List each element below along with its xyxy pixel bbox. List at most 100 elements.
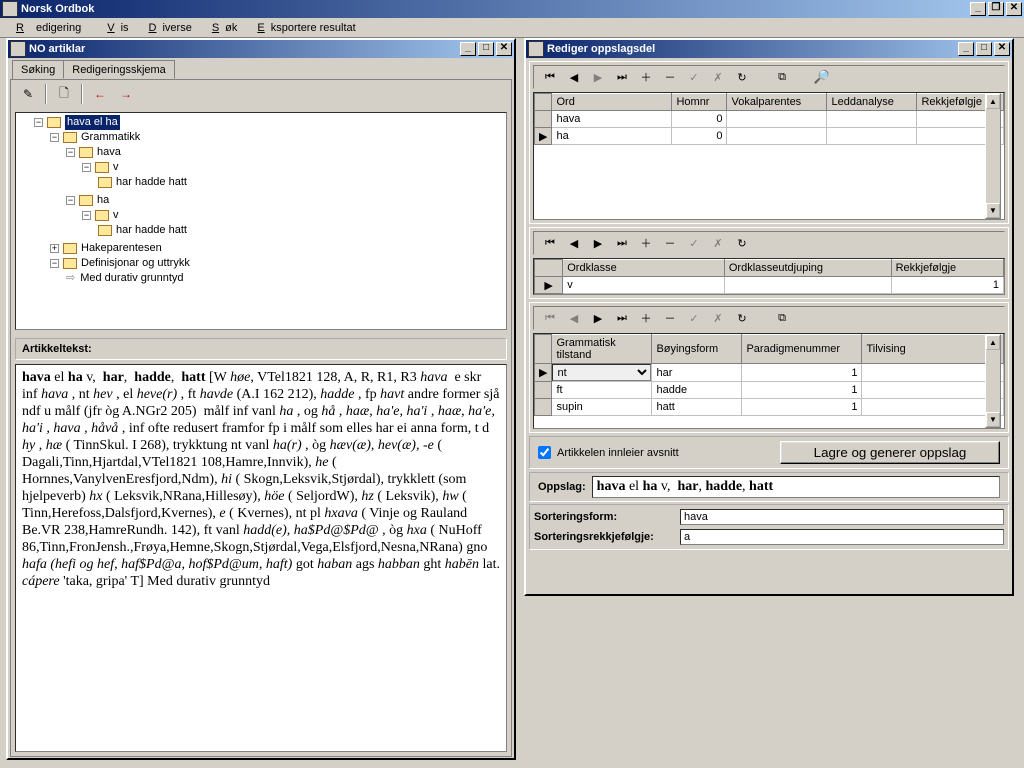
copy-icon[interactable]: ⧉ [772, 69, 792, 85]
prev-icon[interactable]: ◀ [564, 69, 584, 85]
tilstand-select[interactable]: nt [552, 364, 651, 381]
col-tilstand[interactable]: Grammatisk tilstand [552, 335, 652, 364]
grid-ordklasse[interactable]: Ordklasse Ordklasseutdjuping Rekkjefølgj… [533, 258, 1005, 295]
article-tree[interactable]: −hava el ha −Grammatikk −hava −v [15, 112, 507, 330]
tree-v-2[interactable]: v [113, 208, 119, 223]
table-row[interactable]: hava 0 1 [535, 111, 1004, 128]
tab-redigeringsskjema[interactable]: Redigeringsskjema [63, 60, 175, 79]
tree-grammatikk[interactable]: Grammatikk [81, 130, 140, 145]
col-ledd[interactable]: Leddanalyse [827, 94, 917, 111]
minimize-button[interactable]: _ [970, 2, 986, 16]
tree-hakeparentesen[interactable]: Hakeparentesen [81, 241, 162, 256]
generate-button[interactable]: Lagre og generer oppslag [780, 441, 1000, 464]
col-utdjuping[interactable]: Ordklasseutdjuping [724, 260, 891, 277]
refresh-icon[interactable]: ↻ [732, 235, 752, 251]
toolbar-params-icon[interactable]: ✎ [17, 84, 39, 104]
folder-open-icon [95, 162, 109, 173]
commit-icon[interactable]: ✓ [684, 69, 704, 85]
table-row[interactable]: ▶ nt har 1 [535, 364, 1004, 382]
prev-icon[interactable]: ◀ [564, 235, 584, 251]
toolbar-new-icon[interactable]: 🗋 [53, 84, 75, 104]
grid3-navigator: ⏮ ◀ ▶ ⏭ ＋ － ✓ ✗ ↻ ⧉ [533, 306, 1005, 330]
commit-icon[interactable]: ✓ [684, 310, 704, 326]
close-button[interactable]: ✕ [1006, 2, 1022, 16]
child-close-button[interactable]: ✕ [994, 42, 1010, 56]
table-row[interactable]: ▶ ha 0 2 [535, 128, 1004, 145]
search-icon[interactable]: 🔎 [812, 69, 832, 85]
cancel-icon[interactable]: ✗ [708, 235, 728, 251]
prev-icon[interactable]: ◀ [564, 310, 584, 326]
last-icon[interactable]: ⏭ [612, 235, 632, 251]
remove-icon[interactable]: － [660, 69, 680, 85]
nav-next-icon[interactable]: → [115, 84, 137, 104]
scroll-down-icon[interactable]: ▼ [986, 412, 1000, 427]
menu-sok[interactable]: Søk [200, 20, 244, 35]
child-close-button[interactable]: ✕ [496, 42, 512, 56]
add-icon[interactable]: ＋ [636, 69, 656, 85]
child-maximize-button[interactable]: □ [478, 42, 494, 56]
col-homnr[interactable]: Homnr [672, 94, 727, 111]
remove-icon[interactable]: － [660, 235, 680, 251]
tree-inflection-2[interactable]: har hadde hatt [116, 223, 187, 238]
tree-hava[interactable]: hava [97, 145, 121, 160]
tree-definisjonar[interactable]: Definisjonar og uttrykk [81, 256, 190, 271]
col-paradigme[interactable]: Paradigmenummer [742, 335, 862, 364]
add-icon[interactable]: ＋ [636, 235, 656, 251]
last-icon[interactable]: ⏭ [612, 69, 632, 85]
section-start-checkbox[interactable] [538, 446, 551, 459]
menu-eksport[interactable]: Eksportere resultat [245, 20, 361, 35]
remove-icon[interactable]: － [660, 310, 680, 326]
folder-icon [98, 177, 112, 188]
col-tilvising[interactable]: Tilvising [862, 335, 1004, 364]
add-icon[interactable]: ＋ [636, 310, 656, 326]
grid-boying[interactable]: Grammatisk tilstand Bøyingsform Paradigm… [533, 333, 1005, 429]
menu-redigering[interactable]: Redigering [4, 20, 93, 35]
app-title: Norsk Ordbok [21, 3, 970, 15]
copy-icon[interactable]: ⧉ [772, 310, 792, 326]
tab-soking[interactable]: Søking [12, 60, 64, 79]
table-row[interactable]: ft hadde 1 [535, 382, 1004, 399]
col-ordklasse[interactable]: Ordklasse [563, 260, 725, 277]
table-row[interactable]: supin hatt 1 [535, 399, 1004, 416]
grid-ord[interactable]: Ord Homnr Vokalparentes Leddanalyse Rekk… [533, 92, 1005, 220]
next-icon[interactable]: ▶ [588, 69, 608, 85]
commit-icon[interactable]: ✓ [684, 235, 704, 251]
scroll-up-icon[interactable]: ▲ [986, 335, 1000, 350]
article-text: hava el ha v, har, hadde, hatt [W høe, V… [15, 364, 507, 752]
expander-icon[interactable]: − [34, 118, 43, 127]
scroll-up-icon[interactable]: ▲ [986, 94, 1000, 109]
nav-prev-icon[interactable]: ← [89, 84, 111, 104]
refresh-icon[interactable]: ↻ [732, 310, 752, 326]
child-minimize-button[interactable]: _ [958, 42, 974, 56]
col-rekke2[interactable]: Rekkjefølgje [891, 260, 1003, 277]
tree-med-durativ[interactable]: Med durativ grunntyd [80, 271, 183, 286]
tree-ha[interactable]: ha [97, 193, 109, 208]
first-icon[interactable]: ⏮ [540, 235, 560, 251]
menu-diverse[interactable]: Diverse [137, 20, 198, 35]
col-ord[interactable]: Ord [552, 94, 672, 111]
next-icon[interactable]: ▶ [588, 235, 608, 251]
restore-button[interactable]: ❐ [988, 2, 1004, 16]
scroll-down-icon[interactable]: ▼ [986, 203, 1000, 218]
menu-vis[interactable]: Vis [95, 20, 134, 35]
child-minimize-button[interactable]: _ [460, 42, 476, 56]
child-maximize-button[interactable]: □ [976, 42, 992, 56]
cancel-icon[interactable]: ✗ [708, 69, 728, 85]
left-toolbar: ✎ 🗋 ← → [11, 80, 511, 108]
col-form[interactable]: Bøyingsform [652, 335, 742, 364]
app-icon [2, 1, 18, 17]
sortrekke-input[interactable] [680, 529, 1004, 545]
refresh-icon[interactable]: ↻ [732, 69, 752, 85]
tree-root[interactable]: hava el ha [65, 115, 120, 130]
cancel-icon[interactable]: ✗ [708, 310, 728, 326]
tree-inflection-1[interactable]: har hadde hatt [116, 175, 187, 190]
first-icon[interactable]: ⏮ [540, 69, 560, 85]
last-icon[interactable]: ⏭ [612, 310, 632, 326]
col-vokal[interactable]: Vokalparentes [727, 94, 827, 111]
sortform-input[interactable] [680, 509, 1004, 525]
window-icon [10, 41, 26, 57]
first-icon[interactable]: ⏮ [540, 310, 560, 326]
table-row[interactable]: ▶ v 1 [535, 277, 1004, 294]
tree-v-1[interactable]: v [113, 160, 119, 175]
next-icon[interactable]: ▶ [588, 310, 608, 326]
